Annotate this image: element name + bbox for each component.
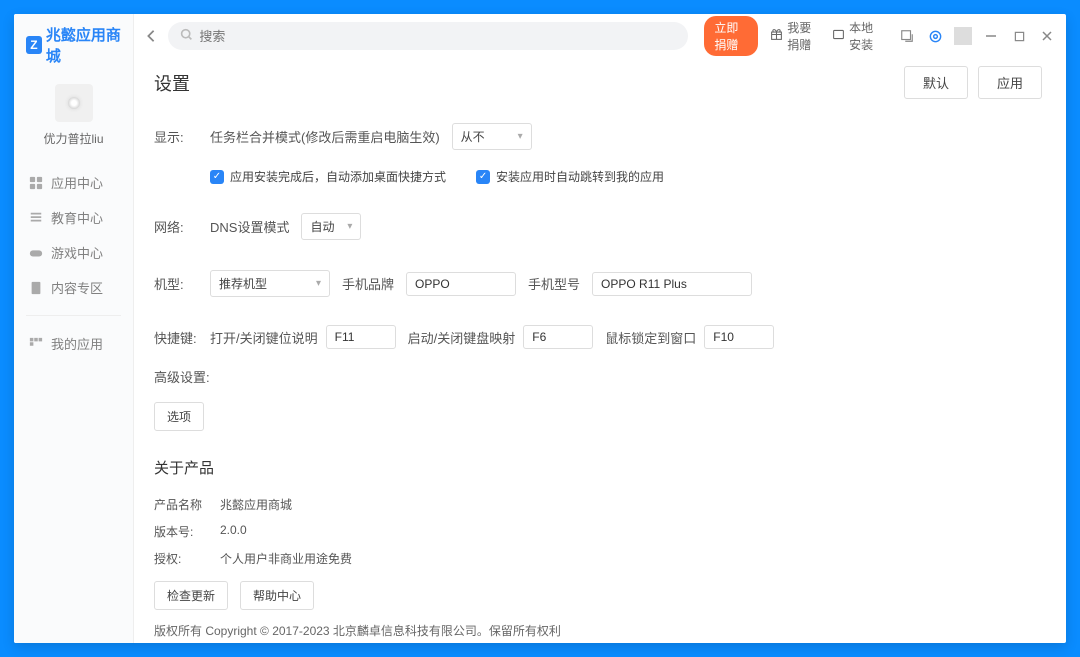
dns-label: DNS设置模式: [210, 217, 289, 236]
taskbar-merge-label: 任务栏合并模式(修改后需重启电脑生效): [210, 127, 440, 146]
sidebar-item-label: 我的应用: [51, 334, 103, 353]
about-buttons: 检查更新 帮助中心: [154, 581, 1042, 610]
advanced-label: 高级设置:: [154, 367, 1042, 386]
minimize-button[interactable]: [982, 27, 1000, 45]
chevron-updown-icon: ▾: [347, 221, 352, 232]
model-label: 机型:: [154, 274, 198, 293]
gamepad-icon: [28, 245, 43, 260]
app-logo: Z 兆懿应用商城: [14, 14, 133, 74]
phone-model-label: 手机型号: [528, 274, 580, 293]
options-button[interactable]: 选项: [154, 402, 204, 431]
local-install-link[interactable]: 本地安装: [828, 19, 882, 53]
divider: [26, 315, 121, 316]
download-icon: [832, 28, 845, 44]
display-checkboxes: ✓ 应用安装完成后，自动添加桌面快捷方式 ✓ 安装应用时自动跳转到我的应用: [210, 168, 1042, 185]
about-version-row: 版本号: 2.0.0: [154, 523, 1042, 540]
about-name-row: 产品名称 兆懿应用商城: [154, 496, 1042, 513]
gift-icon: [770, 28, 783, 44]
check-icon: ✓: [210, 170, 224, 184]
username: 优力普拉liu: [43, 130, 103, 147]
avatar: [55, 84, 93, 122]
sidebar-item-label: 内容专区: [51, 278, 103, 297]
i-donate-link[interactable]: 我要捐赠: [766, 19, 820, 53]
recommend-model-select[interactable]: 推荐机型 ▾: [210, 270, 330, 297]
sc2-label: 启动/关闭键盘映射: [408, 328, 516, 347]
sidebar-item-app-center[interactable]: 应用中心: [14, 165, 133, 200]
doc-icon: [28, 280, 43, 295]
main: 立即捐赠 我要捐赠 本地安装: [134, 14, 1066, 643]
network-row: 网络: DNS设置模式 自动 ▾: [154, 213, 1042, 240]
app-window: Z 兆懿应用商城 优力普拉liu 应用中心 教育中心: [14, 14, 1066, 643]
search-box[interactable]: [168, 22, 688, 50]
shortcuts-row: 快捷键: 打开/关闭键位说明 F11 启动/关闭键盘映射 F6 鼠标锁定到窗口 …: [154, 325, 1042, 349]
search-icon: [180, 28, 193, 44]
settings-content: 设置 默认 应用 显示: 任务栏合并模式(修改后需重启电脑生效) 从不 ▾ ✓ …: [134, 58, 1066, 643]
logo-icon: Z: [26, 36, 42, 54]
sc3-label: 鼠标锁定到窗口: [605, 328, 696, 347]
window-controls: [898, 27, 1056, 45]
about-auth-row: 授权: 个人用户非商业用途免费: [154, 550, 1042, 567]
logo-text: 兆懿应用商城: [46, 24, 125, 66]
sidebar-item-label: 游戏中心: [51, 243, 103, 262]
apps-icon: [28, 336, 43, 351]
sidebar-item-my-apps[interactable]: 我的应用: [14, 326, 133, 361]
grid-icon: [28, 175, 43, 190]
display-label: 显示:: [154, 127, 198, 146]
network-label: 网络:: [154, 217, 198, 236]
sc3-input[interactable]: F10: [704, 325, 774, 349]
book-icon: [28, 210, 43, 225]
nav-secondary: 我的应用: [14, 322, 133, 365]
help-center-button[interactable]: 帮助中心: [240, 581, 314, 610]
nav-main: 应用中心 教育中心 游戏中心 内容专区: [14, 161, 133, 309]
display-row: 显示: 任务栏合并模式(修改后需重启电脑生效) 从不 ▾: [154, 123, 1042, 150]
check-icon: ✓: [476, 170, 490, 184]
page-title: 设置: [154, 70, 190, 96]
default-button[interactable]: 默认: [904, 66, 968, 99]
chevron-updown-icon: ▾: [316, 278, 321, 289]
sc1-label: 打开/关闭键位说明: [210, 328, 318, 347]
sidebar-item-content[interactable]: 内容专区: [14, 270, 133, 305]
copyright-text: 版权所有 Copyright © 2017-2023 北京麟卓信息科技有限公司。…: [154, 622, 1042, 639]
phone-model-input[interactable]: OPPO R11 Plus: [592, 272, 752, 296]
gear-icon[interactable]: [926, 27, 944, 45]
divider: [954, 27, 972, 45]
taskbar-merge-select[interactable]: 从不 ▾: [452, 123, 532, 150]
maximize-button[interactable]: [1010, 27, 1028, 45]
avatar-icon: [68, 97, 80, 109]
sc1-input[interactable]: F11: [326, 325, 396, 349]
check-update-button[interactable]: 检查更新: [154, 581, 228, 610]
user-profile[interactable]: 优力普拉liu: [14, 74, 133, 161]
sc2-input[interactable]: F6: [523, 325, 593, 349]
sidebar-item-label: 应用中心: [51, 173, 103, 192]
settings-header: 设置 默认 应用: [154, 66, 1042, 99]
apply-button[interactable]: 应用: [978, 66, 1042, 99]
sidebar: Z 兆懿应用商城 优力普拉liu 应用中心 教育中心: [14, 14, 134, 643]
dns-select[interactable]: 自动 ▾: [301, 213, 361, 240]
search-input[interactable]: [199, 29, 676, 44]
about-title: 关于产品: [154, 457, 1042, 478]
topbar: 立即捐赠 我要捐赠 本地安装: [134, 14, 1066, 58]
shortcuts-label: 快捷键:: [154, 328, 198, 347]
popout-icon[interactable]: [898, 27, 916, 45]
sidebar-item-label: 教育中心: [51, 208, 103, 227]
checkbox-auto-shortcut[interactable]: ✓ 应用安装完成后，自动添加桌面快捷方式: [210, 168, 446, 185]
brand-label: 手机品牌: [342, 274, 394, 293]
brand-input[interactable]: OPPO: [406, 272, 516, 296]
sidebar-item-games[interactable]: 游戏中心: [14, 235, 133, 270]
checkbox-auto-jump[interactable]: ✓ 安装应用时自动跳转到我的应用: [476, 168, 664, 185]
back-button[interactable]: [142, 23, 160, 49]
chevron-updown-icon: ▾: [518, 131, 523, 142]
close-button[interactable]: [1038, 27, 1056, 45]
model-row: 机型: 推荐机型 ▾ 手机品牌 OPPO 手机型号 OPPO R11 Plus: [154, 270, 1042, 297]
donate-now-button[interactable]: 立即捐赠: [704, 16, 758, 56]
sidebar-item-education[interactable]: 教育中心: [14, 200, 133, 235]
